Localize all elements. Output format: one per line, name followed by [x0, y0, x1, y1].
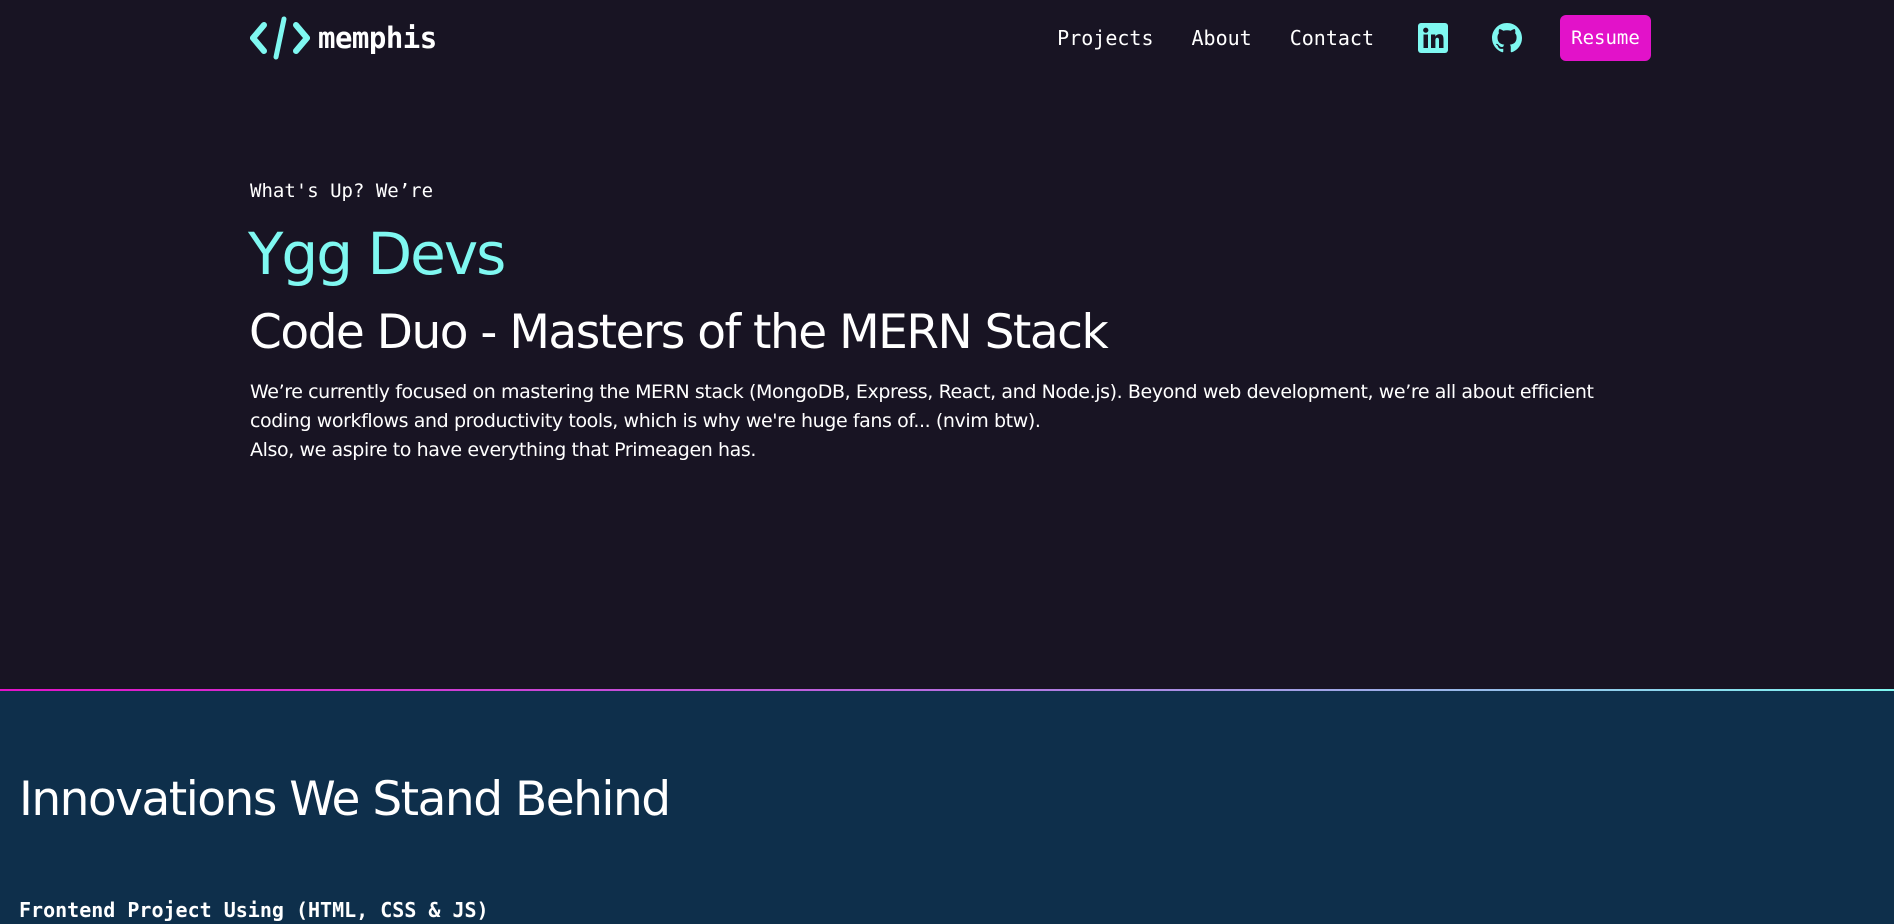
hero-section: What's Up? We’re Ygg Devs Code Duo - Mas…: [248, 176, 1650, 465]
code-brackets-icon: [250, 16, 310, 60]
hero-kicker: What's Up? We’re: [250, 180, 434, 202]
github-link[interactable]: [1486, 23, 1560, 53]
hero-description-paragraph: Also, we aspire to have everything that …: [250, 439, 757, 461]
hero-description: We’re currently focused on mastering the…: [250, 378, 1610, 465]
linkedin-link[interactable]: [1412, 23, 1486, 53]
projects-title: Innovations We Stand Behind: [19, 772, 671, 827]
projects-section: Innovations We Stand Behind Frontend Pro…: [0, 691, 1894, 924]
nav-links: Projects About Contact Resume: [1057, 14, 1651, 62]
nav-link-contact[interactable]: Contact: [1290, 26, 1374, 50]
resume-button[interactable]: Resume: [1560, 15, 1651, 61]
linkedin-icon: [1418, 23, 1448, 53]
navbar: memphis Projects About Contact Resume: [0, 0, 1894, 78]
hero-name: Ygg Devs: [248, 220, 506, 288]
github-icon: [1492, 23, 1522, 53]
brand-logo-link[interactable]: memphis: [250, 14, 437, 62]
project-title: Frontend Project Using (HTML, CSS & JS): [19, 898, 489, 922]
page: memphis Projects About Contact Resume Wh…: [0, 0, 1894, 924]
brand-name: memphis: [318, 21, 437, 55]
nav-link-about[interactable]: About: [1191, 26, 1251, 50]
hero-tagline: Code Duo - Masters of the MERN Stack: [249, 305, 1109, 360]
hero-description-paragraph: We’re currently focused on mastering the…: [250, 381, 1594, 432]
nav-link-projects[interactable]: Projects: [1057, 26, 1153, 50]
